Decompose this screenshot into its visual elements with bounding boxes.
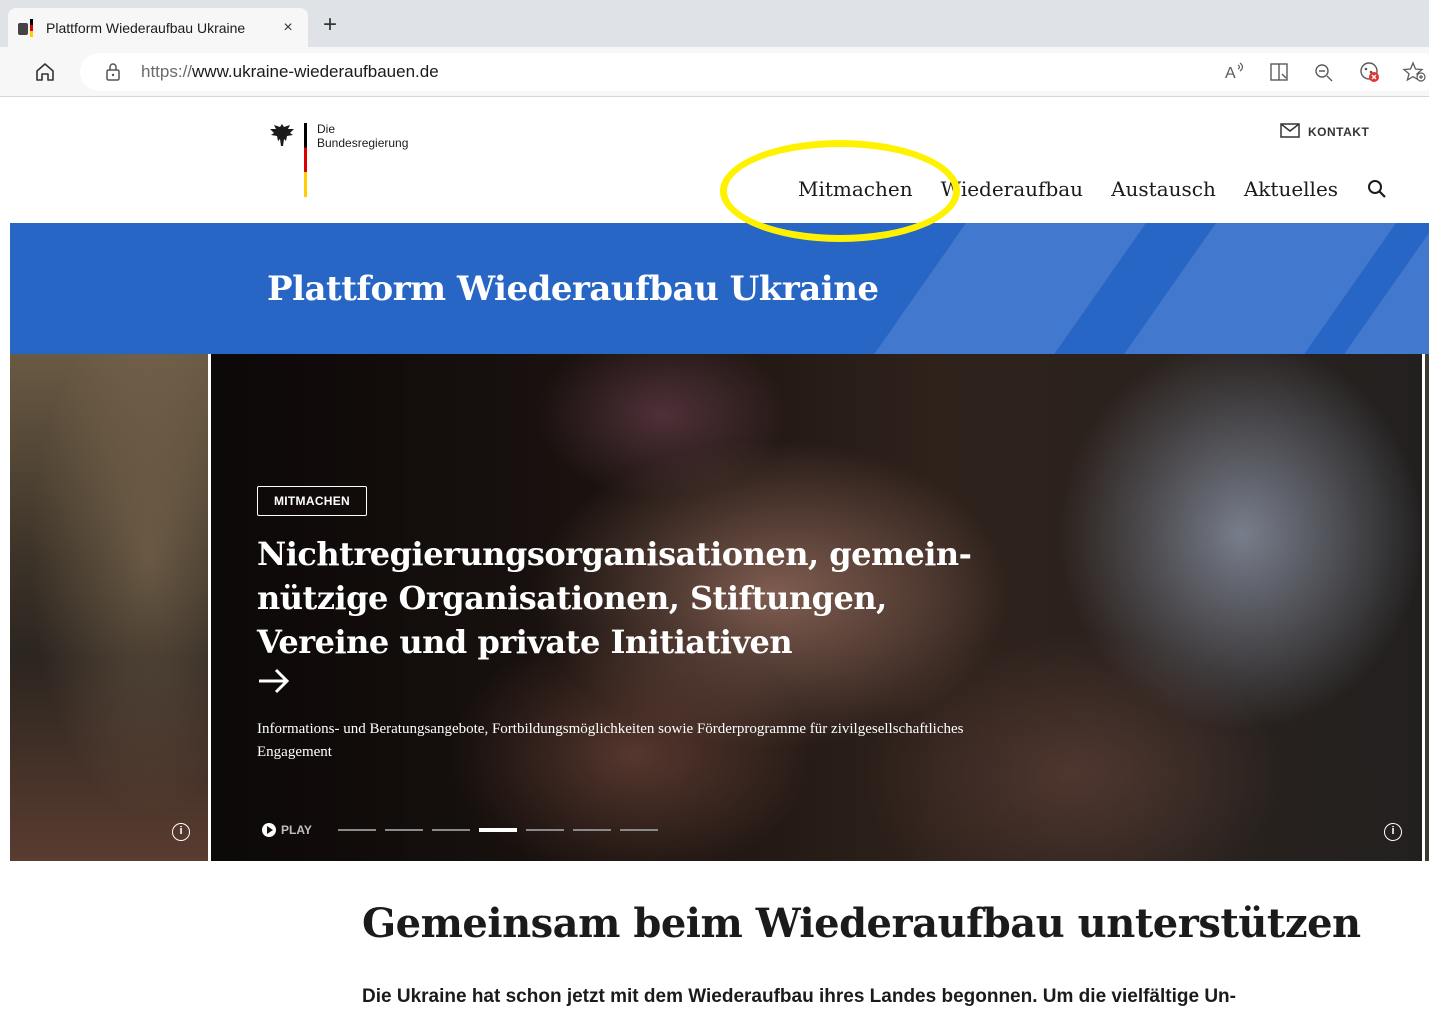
- tab-close-icon[interactable]: ×: [278, 19, 298, 37]
- previous-slide-image[interactable]: [10, 354, 208, 861]
- kontakt-link[interactable]: KONTAKT: [1280, 123, 1369, 141]
- slide-indicator[interactable]: [431, 829, 470, 831]
- logo-flag-bar: [304, 123, 307, 197]
- nav-item-austausch[interactable]: Austausch: [1111, 177, 1216, 201]
- info-icon[interactable]: i: [1384, 823, 1402, 841]
- nav-item-aktuelles[interactable]: Aktuelles: [1244, 177, 1338, 201]
- home-icon[interactable]: [32, 60, 58, 84]
- nav-item-mitmachen[interactable]: Mitmachen: [798, 177, 913, 201]
- info-icon[interactable]: i: [172, 823, 190, 841]
- hero-heading[interactable]: Nichtregierungsorganisationen, gemein­nü…: [257, 532, 997, 664]
- bundesregierung-logo[interactable]: Die Bundesregierung: [268, 120, 428, 200]
- nav-item-wiederaufbau[interactable]: Wiederaufbau: [941, 177, 1083, 201]
- hero-description: Informations- und Beratungsangebote, For…: [257, 721, 964, 760]
- carousel-controls: PLAY: [262, 823, 667, 837]
- play-button[interactable]: PLAY: [262, 823, 312, 837]
- page-banner: Plattform Wiederaufbau Ukraine: [10, 223, 1429, 355]
- page-title: Plattform Wiederaufbau Ukraine: [267, 269, 879, 309]
- browser-tab[interactable]: Plattform Wiederaufbau Ukraine ×: [8, 8, 308, 47]
- zoom-out-icon[interactable]: [1311, 60, 1337, 84]
- slide-indicator[interactable]: [572, 829, 611, 831]
- slide-indicator[interactable]: [619, 829, 658, 831]
- main-nav: Mitmachen Wiederaufbau Austausch Aktuell…: [798, 177, 1388, 201]
- logo-line-2: Bundesregierung: [317, 136, 409, 150]
- next-slide-image[interactable]: [1425, 354, 1429, 861]
- new-tab-button[interactable]: +: [316, 12, 344, 40]
- section-title: Gemeinsam beim Wiederaufbau unterstützen: [362, 900, 1361, 947]
- kontakt-label: KONTAKT: [1308, 125, 1370, 139]
- section-text: Die Ukraine hat schon jetzt mit dem Wied…: [362, 986, 1236, 1007]
- logo-line-1: Die: [317, 122, 336, 136]
- banner-stripe: [839, 223, 1161, 355]
- tracking-prevention-icon[interactable]: [1357, 60, 1383, 84]
- read-aloud-icon[interactable]: A: [1222, 60, 1248, 84]
- category-badge[interactable]: MITMACHEN: [257, 486, 368, 516]
- federal-eagle-icon: [268, 122, 296, 148]
- search-icon[interactable]: [1366, 178, 1388, 200]
- play-icon: [262, 823, 276, 837]
- logo-text: Die Bundesregierung: [317, 122, 408, 150]
- immersive-reader-icon[interactable]: [1267, 60, 1293, 84]
- slide-indicator[interactable]: [525, 829, 564, 831]
- browser-tab-bar: Plattform Wiederaufbau Ukraine × +: [0, 0, 1429, 47]
- url-text[interactable]: https://www.ukraine-wiederaufbauen.de: [141, 62, 439, 82]
- play-label: PLAY: [281, 823, 312, 837]
- url-host: www.ukraine-wiederaufbauen.de: [192, 62, 439, 81]
- url-protocol: https://: [141, 62, 193, 81]
- svg-text:A: A: [1225, 65, 1236, 82]
- arrow-right-icon[interactable]: [257, 666, 291, 696]
- slide-indicator[interactable]: [478, 828, 517, 832]
- mail-icon: [1280, 123, 1300, 141]
- browser-address-bar: https://www.ukraine-wiederaufbauen.de A: [0, 47, 1429, 97]
- lock-icon[interactable]: [104, 62, 122, 82]
- add-favorite-icon[interactable]: [1402, 60, 1428, 84]
- favicon-icon: [18, 18, 36, 37]
- slide-indicator[interactable]: [384, 829, 423, 831]
- tab-title: Plattform Wiederaufbau Ukraine: [46, 19, 246, 36]
- site-header: Die Bundesregierung KONTAKT Mitmachen Wi…: [10, 97, 1429, 223]
- slide-indicator[interactable]: [337, 829, 376, 831]
- slide-indicators: [337, 828, 667, 832]
- hero-content: MITMACHEN Nichtregierungsorganisationen,…: [257, 486, 1017, 764]
